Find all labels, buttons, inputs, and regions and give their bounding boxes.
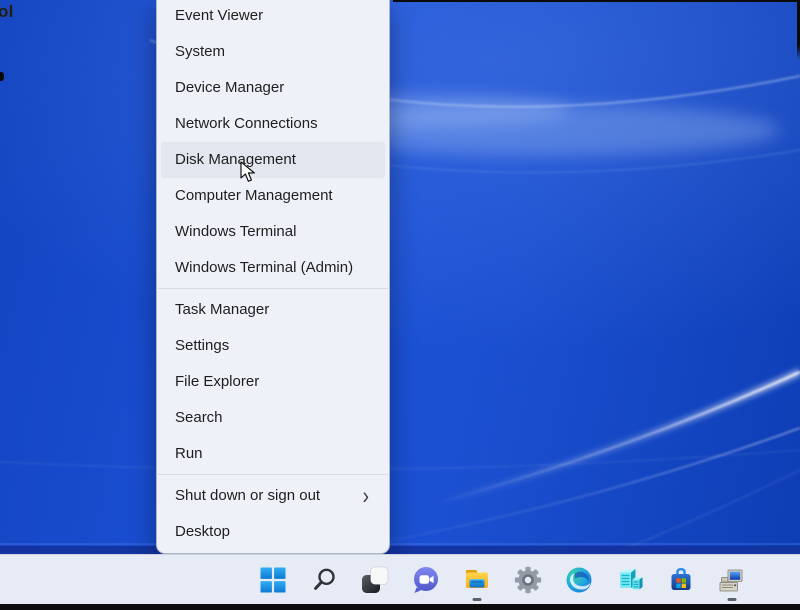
taskbar-button-start[interactable] (259, 555, 287, 605)
menu-item-file-explorer[interactable]: File Explorer (157, 364, 389, 400)
menu-item-network-connections[interactable]: Network Connections (157, 106, 389, 142)
menu-item-computer-management[interactable]: Computer Management (157, 178, 389, 214)
edge-browser-icon (565, 566, 593, 594)
menu-item-label: Network Connections (175, 106, 318, 142)
menu-item-disk-management[interactable]: Disk Management (161, 142, 385, 178)
menu-item-run[interactable]: Run (157, 436, 389, 472)
menu-item-label: Windows Terminal (Admin) (175, 250, 353, 286)
file-explorer-icon (463, 566, 491, 594)
menu-item-device-manager[interactable]: Device Manager (157, 70, 389, 106)
taskbar-button-edge-browser[interactable] (565, 555, 593, 605)
taskbar-button-file-explorer[interactable] (463, 555, 491, 605)
screen-frame-top (393, 0, 800, 2)
menu-item-label: Search (175, 400, 223, 436)
menu-item-search[interactable]: Search (157, 400, 389, 436)
desktop-edge-mark (0, 72, 4, 81)
desktop-wallpaper[interactable] (0, 0, 800, 604)
menu-item-desktop[interactable]: Desktop (157, 514, 389, 550)
menu-item-label: Task Manager (175, 292, 269, 328)
menu-item-label: Desktop (175, 514, 230, 550)
menu-item-settings[interactable]: Settings (157, 328, 389, 364)
taskbar-button-legacy-computer[interactable] (718, 555, 746, 605)
taskbar (0, 554, 800, 604)
menu-item-shut-down-or-sign-out[interactable]: Shut down or sign out › (157, 478, 389, 514)
chat-icon (412, 566, 440, 594)
taskbar-button-task-view[interactable] (361, 555, 389, 605)
menu-item-label: Computer Management (175, 178, 333, 214)
menu-item-label: System (175, 34, 225, 70)
taskbar-button-settings-gear[interactable] (514, 555, 542, 605)
menu-item-label: Windows Terminal (175, 214, 296, 250)
menu-item-label: Run (175, 436, 203, 472)
menu-item-label: Disk Management (175, 142, 296, 178)
menu-item-event-viewer[interactable]: Event Viewer (157, 0, 389, 34)
settings-gear-icon (514, 566, 542, 594)
taskbar-button-server-stack[interactable] (616, 555, 644, 605)
menu-item-label: File Explorer (175, 364, 259, 400)
task-view-icon (361, 566, 389, 594)
start-icon (259, 566, 287, 594)
menu-item-windows-terminal[interactable]: Windows Terminal (157, 214, 389, 250)
taskbar-button-microsoft-store[interactable] (667, 555, 695, 605)
microsoft-store-icon (667, 566, 695, 594)
menu-item-task-manager[interactable]: Task Manager (157, 292, 389, 328)
running-indicator (728, 598, 737, 601)
menu-item-label: Settings (175, 328, 229, 364)
menu-item-label: Shut down or sign out (175, 478, 320, 514)
menu-item-label: Event Viewer (175, 0, 263, 34)
menu-separator (158, 288, 388, 289)
desktop-icon-partial-label: ol (0, 2, 14, 22)
menu-item-label: Device Manager (175, 70, 284, 106)
menu-item-system[interactable]: System (157, 34, 389, 70)
taskbar-button-chat[interactable] (412, 555, 440, 605)
menu-item-windows-terminal-admin[interactable]: Windows Terminal (Admin) (157, 250, 389, 286)
legacy-computer-icon (718, 566, 746, 594)
screen-frame-bottom (0, 604, 800, 610)
menu-separator (158, 474, 388, 475)
taskbar-button-search[interactable] (310, 555, 338, 605)
server-stack-icon (616, 566, 644, 594)
running-indicator (473, 598, 482, 601)
submenu-chevron-icon: › (363, 484, 369, 508)
winx-context-menu: Event ViewerSystemDevice ManagerNetwork … (156, 0, 390, 554)
wallpaper-light-streaks (0, 0, 800, 604)
search-icon (310, 566, 338, 594)
